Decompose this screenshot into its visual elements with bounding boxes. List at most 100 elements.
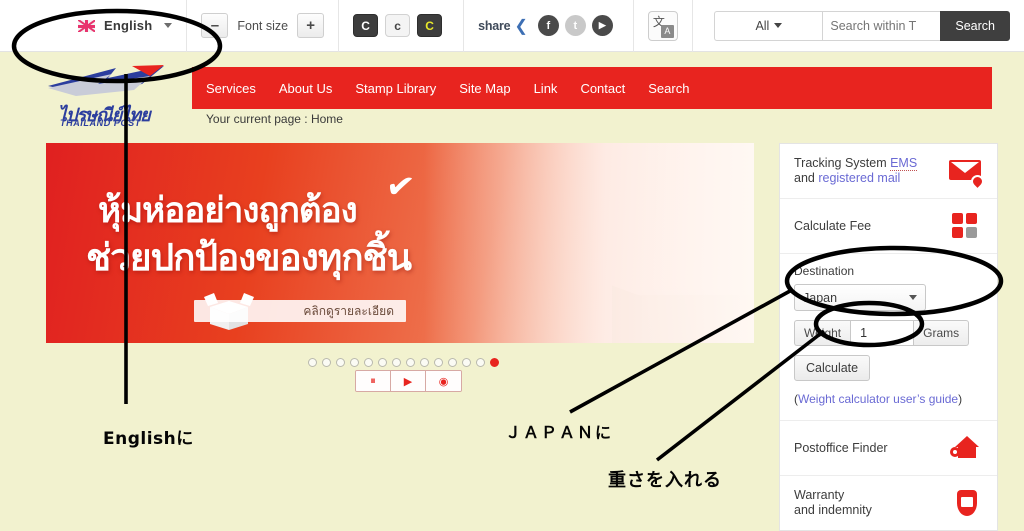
page-root: English – Font size + C c C share ❮ f t … [0, 0, 1024, 531]
site-search: All Search [714, 10, 1010, 41]
language-label: English [104, 18, 153, 33]
tracking-system-label: Tracking System EMS and registered mail [794, 156, 918, 186]
nav-item-link[interactable]: Link [534, 81, 558, 96]
carousel-dot[interactable] [476, 358, 485, 367]
sidebar-item-tracking-system[interactable]: Tracking System EMS and registered mail [780, 144, 997, 199]
nav-item-about-us[interactable]: About Us [279, 81, 332, 96]
banner-photo-fade [424, 143, 754, 343]
destination-label: Destination [794, 264, 855, 278]
check-mark-icon: ✔ [383, 166, 418, 208]
weight-unit-label: Grams [914, 320, 970, 346]
annotation-weight-note: 重さを入れる [608, 470, 722, 491]
top-utility-bar: English – Font size + C c C share ❮ f t … [0, 0, 1024, 52]
sidebar-item-postoffice-finder[interactable]: Postoffice Finder [780, 421, 997, 476]
search-scope-select[interactable]: All [714, 10, 823, 41]
carousel-dot[interactable] [392, 358, 401, 367]
language-selector[interactable]: English [0, 0, 188, 52]
carousel-dot[interactable] [336, 358, 345, 367]
search-button[interactable]: Search [940, 10, 1010, 41]
weight-label: Weight [794, 320, 851, 346]
shield-icon [949, 488, 983, 518]
carousel-dot[interactable] [406, 358, 415, 367]
breadcrumb: Your current page : Home [206, 112, 343, 126]
nav-item-search[interactable]: Search [648, 81, 689, 96]
share-controls: share ❮ f t ▶ [464, 0, 634, 52]
carousel-dots [308, 358, 504, 367]
destination-value: Japan [803, 290, 838, 305]
hero-carousel[interactable]: ✔ หุ้มห่ออย่างถูกต้อง ช่วยปกป้องของทุกชิ… [46, 143, 754, 343]
font-size-label: Font size [237, 18, 289, 33]
youtube-icon[interactable]: ▶ [591, 15, 613, 36]
nav-item-site-map[interactable]: Site Map [459, 81, 510, 96]
carousel-pause-button[interactable]: ⏸ [356, 371, 391, 391]
carousel-controls: ⏸ ▶ ◉ [355, 370, 462, 392]
sidebar-item-calculate-fee[interactable]: Calculate Fee [780, 199, 997, 254]
nav-item-contact[interactable]: Contact [580, 81, 625, 96]
carousel-dot[interactable] [308, 358, 317, 367]
weight-row: Weight Grams [794, 320, 983, 346]
site-logo[interactable]: ไปรษณีย์ไทย THAILAND POST [40, 58, 190, 130]
logo-english-text: THAILAND POST [60, 118, 141, 128]
contrast-controls: C c C [339, 0, 465, 52]
translate-alt-glyph: A [660, 24, 674, 38]
chevron-down-icon [774, 23, 783, 28]
tracking-registered-mail-link[interactable]: registered mail [818, 171, 900, 185]
tracking-line1-prefix: Tracking System [794, 156, 891, 170]
search-scope-label: All [755, 18, 770, 33]
envelope-pin-icon [949, 156, 987, 191]
carousel-dot[interactable] [434, 358, 443, 367]
fee-calculator-form: Destination Japan Weight Grams Calculate… [780, 254, 997, 421]
share-label: share [478, 18, 511, 33]
carousel-dot[interactable] [350, 358, 359, 367]
translate-icon[interactable]: 文 A [647, 10, 678, 41]
postoffice-finder-label: Postoffice Finder [794, 440, 888, 455]
weight-calculator-guide-link[interactable]: Weight calculator user’s guide [798, 392, 958, 406]
carousel-dot[interactable] [420, 358, 429, 367]
carousel-stop-button[interactable]: ◉ [426, 371, 461, 391]
contrast-dark-button[interactable]: C [353, 14, 379, 37]
annotation-japan-note: ＪＡＰＡＮに [505, 423, 614, 442]
font-decrease-button[interactable]: – [201, 13, 229, 38]
warranty-label: Warranty and indemnity [794, 488, 872, 518]
contrast-yellow-button[interactable]: C [417, 14, 443, 37]
calculate-button[interactable]: Calculate [794, 355, 871, 381]
nav-item-services[interactable]: Services [206, 81, 256, 96]
contrast-light-button[interactable]: c [385, 14, 411, 37]
carousel-dot[interactable] [448, 358, 457, 367]
banner-headline-line2: ช่วยปกป้องของทุกชิ้น [86, 236, 412, 279]
carousel-dot[interactable] [378, 358, 387, 367]
calculate-fee-label: Calculate Fee [794, 218, 872, 233]
annotation-english-note: Englishに [103, 429, 194, 449]
carousel-dot[interactable] [462, 358, 471, 367]
right-sidebar: Tracking System EMS and registered mail … [779, 143, 998, 531]
chevron-down-icon [909, 295, 917, 300]
guide-close-paren: ) [958, 392, 963, 406]
weight-guide-text: (Weight calculator user’s guide) [794, 392, 983, 406]
banner-cta-button[interactable]: คลิกดูรายละเอียด [194, 300, 406, 322]
font-size-controls: – Font size + [187, 0, 340, 52]
home-search-icon [949, 433, 983, 463]
font-increase-button[interactable]: + [297, 13, 325, 38]
carousel-dot[interactable] [364, 358, 373, 367]
tracking-ems-link[interactable]: EMS [890, 156, 918, 171]
translate-control: 文 A [634, 0, 693, 52]
tracking-line2-prefix: and [794, 171, 819, 185]
destination-select[interactable]: Japan [794, 284, 926, 311]
chevron-down-icon [164, 23, 173, 28]
search-input[interactable] [822, 10, 941, 41]
nav-item-stamp-library[interactable]: Stamp Library [355, 81, 436, 96]
calculator-icon [949, 211, 983, 241]
uk-flag-icon [78, 19, 95, 32]
carousel-play-button[interactable]: ▶ [391, 371, 426, 391]
logo-swoosh-icon [48, 65, 164, 96]
facebook-icon[interactable]: f [537, 15, 559, 36]
carousel-dot-active[interactable] [490, 358, 499, 367]
warranty-line2: and indemnity [794, 503, 872, 517]
sidebar-item-warranty[interactable]: Warranty and indemnity [780, 476, 997, 530]
main-navigation: Services About Us Stamp Library Site Map… [192, 67, 992, 109]
weight-input[interactable] [850, 320, 915, 346]
twitter-icon[interactable]: t [564, 15, 586, 36]
warranty-line1: Warranty [794, 488, 845, 502]
share-icon[interactable]: ❮ [514, 16, 527, 36]
carousel-dot[interactable] [322, 358, 331, 367]
